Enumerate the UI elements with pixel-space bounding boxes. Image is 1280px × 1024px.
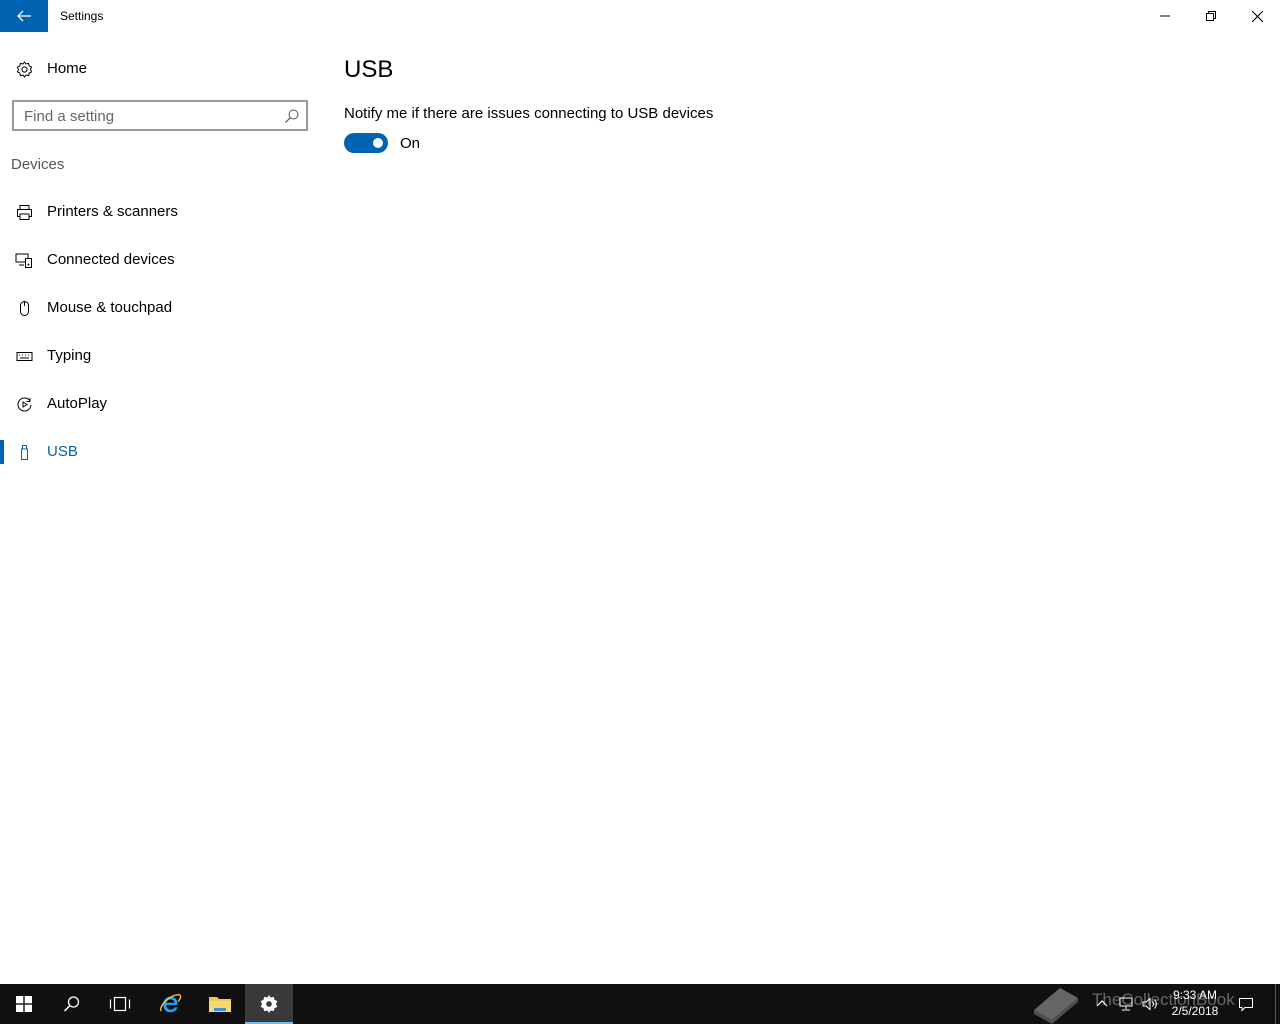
- search-input[interactable]: [24, 106, 274, 126]
- sidebar-item-typing[interactable]: Typing: [0, 336, 320, 376]
- sidebar-item-label: Printers & scanners: [47, 203, 178, 220]
- taskbar-internet-explorer[interactable]: [146, 984, 194, 1024]
- mouse-icon: [15, 299, 33, 317]
- nav-home[interactable]: Home: [0, 52, 320, 86]
- toggle-state-label: On: [400, 135, 421, 152]
- restore-button[interactable]: [1188, 0, 1234, 32]
- restore-icon: [1206, 11, 1216, 21]
- sidebar-item-label: Connected devices: [47, 251, 175, 268]
- taskbar: TheCollectionBook 9:33 AM 2/5/2018: [0, 984, 1280, 1024]
- sidebar-item-mouse[interactable]: Mouse & touchpad: [0, 288, 320, 328]
- usb-notify-description: Notify me if there are issues connecting…: [344, 105, 714, 122]
- search-box[interactable]: [12, 100, 308, 131]
- show-desktop-button[interactable]: [1275, 984, 1276, 1024]
- taskbar-file-explorer[interactable]: [196, 984, 244, 1024]
- minimize-button[interactable]: [1142, 0, 1188, 32]
- connected-devices-icon: [15, 251, 33, 269]
- task-view-icon: [109, 996, 131, 1012]
- sidebar-item-connected-devices[interactable]: Connected devices: [0, 240, 320, 280]
- back-button[interactable]: [0, 0, 48, 32]
- search-icon[interactable]: [284, 108, 300, 124]
- back-arrow-icon: [17, 10, 31, 22]
- chevron-up-icon[interactable]: [1094, 996, 1110, 1012]
- clock[interactable]: 9:33 AM 2/5/2018: [1164, 987, 1226, 1019]
- clock-time: 9:33 AM: [1172, 988, 1218, 1002]
- start-button[interactable]: [0, 984, 48, 1024]
- sidebar-item-usb[interactable]: USB: [0, 432, 320, 472]
- selection-indicator: [0, 440, 4, 464]
- book-logo-icon: [1034, 988, 1078, 1024]
- minimize-icon: [1160, 15, 1170, 17]
- sidebar-item-label: Typing: [47, 347, 92, 364]
- network-icon[interactable]: [1118, 996, 1134, 1012]
- home-label: Home: [47, 60, 88, 77]
- usb-notify-toggle[interactable]: [344, 133, 388, 153]
- task-view-button[interactable]: [96, 984, 144, 1024]
- taskbar-search-button[interactable]: [48, 984, 96, 1024]
- taskbar-settings[interactable]: [245, 984, 293, 1024]
- printer-icon: [15, 203, 33, 221]
- window-title: Settings: [60, 9, 104, 23]
- sidebar-item-label: USB: [47, 443, 78, 460]
- section-heading: Devices: [11, 156, 65, 173]
- toggle-knob: [373, 138, 383, 148]
- windows-logo-icon: [16, 996, 32, 1012]
- sidebar-item-label: AutoPlay: [47, 395, 108, 412]
- sidebar-item-autoplay[interactable]: AutoPlay: [0, 384, 320, 424]
- volume-icon[interactable]: [1142, 996, 1158, 1012]
- keyboard-icon: [15, 347, 33, 365]
- gear-icon: [15, 60, 33, 78]
- sidebar-item-printers[interactable]: Printers & scanners: [0, 192, 320, 232]
- usb-icon: [15, 443, 33, 461]
- action-center-icon[interactable]: [1238, 996, 1254, 1012]
- close-button[interactable]: [1234, 0, 1280, 32]
- title-bar: Settings: [0, 0, 1280, 32]
- gear-icon: [260, 995, 278, 1013]
- page-title: USB: [344, 56, 394, 83]
- clock-date: 2/5/2018: [1171, 1004, 1219, 1018]
- search-icon: [63, 996, 80, 1012]
- folder-icon: [209, 997, 231, 1012]
- close-icon: [1251, 10, 1263, 22]
- autoplay-icon: [15, 395, 33, 413]
- sidebar-item-label: Mouse & touchpad: [47, 299, 173, 316]
- internet-explorer-icon: [160, 994, 182, 1013]
